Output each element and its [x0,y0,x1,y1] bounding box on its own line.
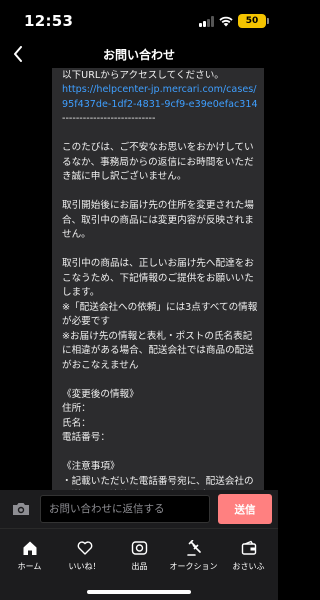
tab-label: オークション [169,562,218,571]
message-line: ※「配送会社への依頼」には3点すべての情報が必要です [62,301,258,328]
message-line: このたびは、ご不安なお思いをおかけしているなか、事務局からの返信にお時間をいただ… [62,142,254,182]
message-line: 住所： [62,403,91,414]
tab-auction[interactable]: オークション [166,539,221,572]
tab-label: ホーム [17,562,42,571]
status-icons: 50 [199,14,269,28]
reply-bar: 送信 [0,490,278,528]
page-title: お問い合わせ [102,48,175,62]
camera-icon [131,539,149,557]
status-time: 12:53 [24,12,74,30]
message-line: 取引開始後にお届け先の住所を変更された場合、取引中の商品には変更内容が反映されま… [62,200,254,240]
message-scroll-area[interactable]: メールで確認している場合以下URLからアクセスしてください。https://he… [0,68,278,490]
tab-home[interactable]: ホーム [2,539,57,572]
tab-label: いいね！ [68,562,101,571]
send-button[interactable]: 送信 [218,494,272,524]
status-bar: 12:53 50 [0,0,278,40]
navigation-bar: お問い合わせ [0,40,278,68]
tab-listing[interactable]: 出品 [112,539,167,572]
message-line: 以下URLからアクセスしてください。 [62,69,224,81]
message-line: 取引中の商品は、正しいお届け先へ配達をおこなうため、下記情報のご提供をお願いいた… [62,258,254,298]
message-line: ・記載いただいた電話番号宛に、配送会社の配送員より連絡がある場合がございます [62,475,254,487]
case-link[interactable]: https://helpcenter-jp.mercari.com/cases/… [62,83,258,112]
tab-label: おさいふ [232,562,265,571]
message-bubble: メールで確認している場合以下URLからアクセスしてください。https://he… [52,68,264,490]
message-line: --------------------------- [62,113,156,124]
home-icon [21,539,39,557]
camera-icon [13,503,29,515]
wallet-icon [240,539,258,557]
tab-bar: ホーム いいね！ 出品 オークション おさいふ [0,528,278,600]
reply-input[interactable] [40,495,210,523]
wifi-icon [219,16,233,27]
battery-icon: 50 [238,14,269,28]
signal-icon [199,15,214,27]
tab-likes[interactable]: いいね！ [57,539,112,572]
message-line: 《注意事項》 [62,461,120,472]
tab-wallet[interactable]: おさいふ [221,539,276,572]
heart-icon [76,539,94,557]
message-line: 電話番号： [62,432,110,443]
home-indicator [87,590,191,594]
camera-button[interactable] [10,500,32,518]
message-line: 氏名： [62,417,91,429]
tab-label: 出品 [131,562,148,571]
gavel-icon [185,539,203,557]
message-line: ※お届け先の情報と表札・ポストの氏名表記に相違がある場合、配送会社では商品の配送… [62,330,254,371]
message-line: 《変更後の情報》 [62,388,139,400]
